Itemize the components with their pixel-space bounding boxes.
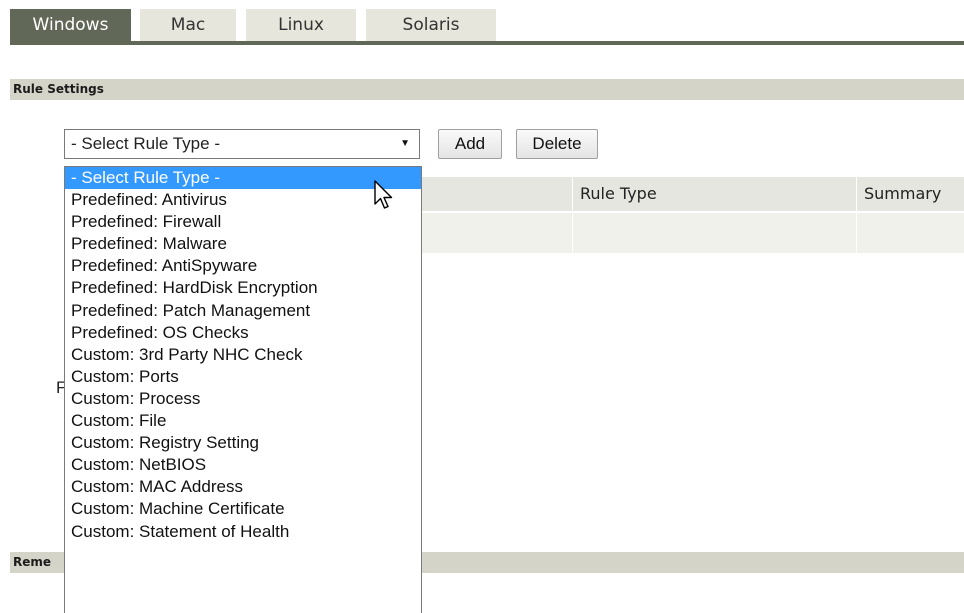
tab-underline <box>10 41 964 45</box>
column-divider <box>856 177 857 211</box>
cell-divider <box>856 213 857 253</box>
column-header-summary: Summary <box>864 184 942 203</box>
dropdown-option-select-rule-type[interactable]: - Select Rule Type - <box>65 167 421 190</box>
dropdown-option-mac-address[interactable]: Custom: MAC Address <box>65 476 421 498</box>
dropdown-option-patch-management[interactable]: Predefined: Patch Management <box>65 300 421 322</box>
dropdown-option-file[interactable]: Custom: File <box>65 410 421 432</box>
dropdown-option-3rd-party-nhc-check[interactable]: Custom: 3rd Party NHC Check <box>65 344 421 366</box>
add-button[interactable]: Add <box>438 129 502 159</box>
dropdown-option-machine-certificate[interactable]: Custom: Machine Certificate <box>65 498 421 520</box>
rule-type-select-value: - Select Rule Type - <box>71 134 220 153</box>
dropdown-option-registry-setting[interactable]: Custom: Registry Setting <box>65 432 421 454</box>
rule-settings-header: Rule Settings <box>10 79 964 100</box>
dropdown-option-firewall[interactable]: Predefined: Firewall <box>65 211 421 233</box>
rule-type-select[interactable]: - Select Rule Type - ▼ <box>64 129 420 159</box>
dropdown-option-netbios[interactable]: Custom: NetBIOS <box>65 454 421 476</box>
tab-windows[interactable]: Windows <box>10 9 131 41</box>
column-divider <box>572 177 573 211</box>
rule-type-dropdown-list[interactable]: - Select Rule Type - Predefined: Antivir… <box>64 166 422 613</box>
dropdown-option-antivirus[interactable]: Predefined: Antivirus <box>65 189 421 211</box>
cell-divider <box>572 213 573 253</box>
dropdown-option-statement-of-health[interactable]: Custom: Statement of Health <box>65 521 421 543</box>
dropdown-option-malware[interactable]: Predefined: Malware <box>65 233 421 255</box>
dropdown-option-os-checks[interactable]: Predefined: OS Checks <box>65 322 421 344</box>
dropdown-option-harddisk-encryption[interactable]: Predefined: HardDisk Encryption <box>65 277 421 299</box>
dropdown-option-process[interactable]: Custom: Process <box>65 388 421 410</box>
tab-solaris[interactable]: Solaris <box>366 9 496 41</box>
dropdown-option-ports[interactable]: Custom: Ports <box>65 366 421 388</box>
tab-linux[interactable]: Linux <box>246 9 356 41</box>
chevron-down-icon: ▼ <box>400 138 410 149</box>
delete-button[interactable]: Delete <box>516 129 598 159</box>
tab-mac[interactable]: Mac <box>140 9 236 41</box>
column-header-rule-type: Rule Type <box>580 184 657 203</box>
mouse-pointer-icon <box>374 180 393 209</box>
dropdown-option-antispyware[interactable]: Predefined: AntiSpyware <box>65 255 421 277</box>
